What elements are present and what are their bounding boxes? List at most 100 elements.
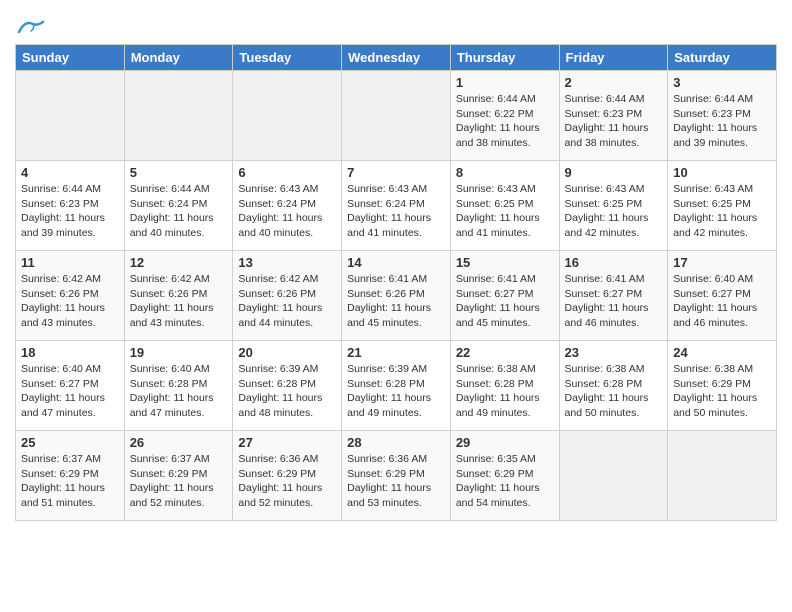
day-info: Sunrise: 6:44 AM Sunset: 6:22 PM Dayligh…: [456, 92, 554, 151]
day-info: Sunrise: 6:43 AM Sunset: 6:25 PM Dayligh…: [673, 182, 771, 241]
calendar-cell: 17 Sunrise: 6:40 AM Sunset: 6:27 PM Dayli…: [668, 251, 777, 341]
day-number: 25: [21, 435, 119, 450]
day-number: 18: [21, 345, 119, 360]
calendar-cell: 21 Sunrise: 6:39 AM Sunset: 6:28 PM Dayli…: [342, 341, 451, 431]
day-number: 9: [565, 165, 663, 180]
day-info: Sunrise: 6:42 AM Sunset: 6:26 PM Dayligh…: [21, 272, 119, 331]
day-number: 24: [673, 345, 771, 360]
calendar-day-header: Wednesday: [342, 45, 451, 71]
day-info: Sunrise: 6:37 AM Sunset: 6:29 PM Dayligh…: [130, 452, 228, 511]
day-info: Sunrise: 6:43 AM Sunset: 6:24 PM Dayligh…: [347, 182, 445, 241]
calendar-day-header: Thursday: [450, 45, 559, 71]
calendar-cell: 11 Sunrise: 6:42 AM Sunset: 6:26 PM Dayli…: [16, 251, 125, 341]
day-number: 7: [347, 165, 445, 180]
calendar-body: 1Sunrise: 6:44 AM Sunset: 6:22 PM Daylig…: [16, 71, 777, 521]
day-number: 13: [238, 255, 336, 270]
day-number: 22: [456, 345, 554, 360]
calendar-day-header: Sunday: [16, 45, 125, 71]
calendar-cell: 25 Sunrise: 6:37 AM Sunset: 6:29 PM Dayli…: [16, 431, 125, 521]
calendar-cell: 26 Sunrise: 6:37 AM Sunset: 6:29 PM Dayli…: [124, 431, 233, 521]
day-number: 8: [456, 165, 554, 180]
day-info: Sunrise: 6:39 AM Sunset: 6:28 PM Dayligh…: [347, 362, 445, 421]
calendar-week-row: 11 Sunrise: 6:42 AM Sunset: 6:26 PM Dayli…: [16, 251, 777, 341]
day-number: 26: [130, 435, 228, 450]
calendar-cell: 7 Sunrise: 6:43 AM Sunset: 6:24 PM Daylig…: [342, 161, 451, 251]
day-info: Sunrise: 6:37 AM Sunset: 6:29 PM Dayligh…: [21, 452, 119, 511]
day-number: 28: [347, 435, 445, 450]
calendar-cell: [124, 71, 233, 161]
calendar-cell: 14 Sunrise: 6:41 AM Sunset: 6:26 PM Dayli…: [342, 251, 451, 341]
day-number: 2: [565, 75, 663, 90]
day-info: Sunrise: 6:38 AM Sunset: 6:28 PM Dayligh…: [456, 362, 554, 421]
day-info: Sunrise: 6:43 AM Sunset: 6:25 PM Dayligh…: [565, 182, 663, 241]
day-info: Sunrise: 6:41 AM Sunset: 6:26 PM Dayligh…: [347, 272, 445, 331]
day-number: 21: [347, 345, 445, 360]
calendar-cell: 3 Sunrise: 6:44 AM Sunset: 6:23 PM Daylig…: [668, 71, 777, 161]
calendar-cell: 20 Sunrise: 6:39 AM Sunset: 6:28 PM Dayli…: [233, 341, 342, 431]
calendar-cell: 16 Sunrise: 6:41 AM Sunset: 6:27 PM Dayli…: [559, 251, 668, 341]
day-number: 12: [130, 255, 228, 270]
calendar-cell: 10 Sunrise: 6:43 AM Sunset: 6:25 PM Dayli…: [668, 161, 777, 251]
day-info: Sunrise: 6:35 AM Sunset: 6:29 PM Dayligh…: [456, 452, 554, 511]
page-header: [15, 10, 777, 38]
day-number: 10: [673, 165, 771, 180]
calendar-cell: [16, 71, 125, 161]
calendar-cell: 1Sunrise: 6:44 AM Sunset: 6:22 PM Daylig…: [450, 71, 559, 161]
day-info: Sunrise: 6:36 AM Sunset: 6:29 PM Dayligh…: [347, 452, 445, 511]
calendar-cell: [342, 71, 451, 161]
day-info: Sunrise: 6:38 AM Sunset: 6:29 PM Dayligh…: [673, 362, 771, 421]
calendar-cell: 8 Sunrise: 6:43 AM Sunset: 6:25 PM Daylig…: [450, 161, 559, 251]
calendar-cell: 23 Sunrise: 6:38 AM Sunset: 6:28 PM Dayli…: [559, 341, 668, 431]
calendar-cell: [233, 71, 342, 161]
calendar-day-header: Tuesday: [233, 45, 342, 71]
calendar-week-row: 4 Sunrise: 6:44 AM Sunset: 6:23 PM Daylig…: [16, 161, 777, 251]
day-info: Sunrise: 6:43 AM Sunset: 6:24 PM Dayligh…: [238, 182, 336, 241]
calendar-cell: [668, 431, 777, 521]
day-number: 3: [673, 75, 771, 90]
calendar-cell: [559, 431, 668, 521]
calendar-cell: 18 Sunrise: 6:40 AM Sunset: 6:27 PM Dayli…: [16, 341, 125, 431]
day-info: Sunrise: 6:43 AM Sunset: 6:25 PM Dayligh…: [456, 182, 554, 241]
calendar-header-row: SundayMondayTuesdayWednesdayThursdayFrid…: [16, 45, 777, 71]
day-info: Sunrise: 6:36 AM Sunset: 6:29 PM Dayligh…: [238, 452, 336, 511]
day-info: Sunrise: 6:44 AM Sunset: 6:23 PM Dayligh…: [21, 182, 119, 241]
day-info: Sunrise: 6:41 AM Sunset: 6:27 PM Dayligh…: [456, 272, 554, 331]
calendar-day-header: Monday: [124, 45, 233, 71]
day-info: Sunrise: 6:42 AM Sunset: 6:26 PM Dayligh…: [238, 272, 336, 331]
day-number: 17: [673, 255, 771, 270]
day-info: Sunrise: 6:41 AM Sunset: 6:27 PM Dayligh…: [565, 272, 663, 331]
calendar-cell: 13 Sunrise: 6:42 AM Sunset: 6:26 PM Dayli…: [233, 251, 342, 341]
calendar-cell: 28 Sunrise: 6:36 AM Sunset: 6:29 PM Dayli…: [342, 431, 451, 521]
day-info: Sunrise: 6:40 AM Sunset: 6:27 PM Dayligh…: [673, 272, 771, 331]
day-number: 23: [565, 345, 663, 360]
day-info: Sunrise: 6:38 AM Sunset: 6:28 PM Dayligh…: [565, 362, 663, 421]
calendar-cell: 4 Sunrise: 6:44 AM Sunset: 6:23 PM Daylig…: [16, 161, 125, 251]
day-info: Sunrise: 6:42 AM Sunset: 6:26 PM Dayligh…: [130, 272, 228, 331]
day-number: 4: [21, 165, 119, 180]
day-info: Sunrise: 6:44 AM Sunset: 6:23 PM Dayligh…: [565, 92, 663, 151]
day-number: 14: [347, 255, 445, 270]
day-info: Sunrise: 6:40 AM Sunset: 6:27 PM Dayligh…: [21, 362, 119, 421]
day-info: Sunrise: 6:44 AM Sunset: 6:24 PM Dayligh…: [130, 182, 228, 241]
day-number: 11: [21, 255, 119, 270]
logo-bird-icon: [17, 18, 45, 38]
day-number: 20: [238, 345, 336, 360]
calendar-cell: 5 Sunrise: 6:44 AM Sunset: 6:24 PM Daylig…: [124, 161, 233, 251]
day-number: 6: [238, 165, 336, 180]
day-number: 16: [565, 255, 663, 270]
calendar-cell: 24 Sunrise: 6:38 AM Sunset: 6:29 PM Dayli…: [668, 341, 777, 431]
day-number: 19: [130, 345, 228, 360]
logo: [15, 18, 45, 38]
calendar-cell: 6 Sunrise: 6:43 AM Sunset: 6:24 PM Daylig…: [233, 161, 342, 251]
calendar-cell: 15Sunrise: 6:41 AM Sunset: 6:27 PM Dayli…: [450, 251, 559, 341]
day-info: Sunrise: 6:44 AM Sunset: 6:23 PM Dayligh…: [673, 92, 771, 151]
calendar-cell: 29 Sunrise: 6:35 AM Sunset: 6:29 PM Dayli…: [450, 431, 559, 521]
calendar-week-row: 18 Sunrise: 6:40 AM Sunset: 6:27 PM Dayli…: [16, 341, 777, 431]
day-number: 5: [130, 165, 228, 180]
calendar-day-header: Saturday: [668, 45, 777, 71]
calendar-cell: 2 Sunrise: 6:44 AM Sunset: 6:23 PM Daylig…: [559, 71, 668, 161]
day-number: 29: [456, 435, 554, 450]
day-info: Sunrise: 6:39 AM Sunset: 6:28 PM Dayligh…: [238, 362, 336, 421]
calendar-cell: 19Sunrise: 6:40 AM Sunset: 6:28 PM Dayli…: [124, 341, 233, 431]
calendar-table: SundayMondayTuesdayWednesdayThursdayFrid…: [15, 44, 777, 521]
